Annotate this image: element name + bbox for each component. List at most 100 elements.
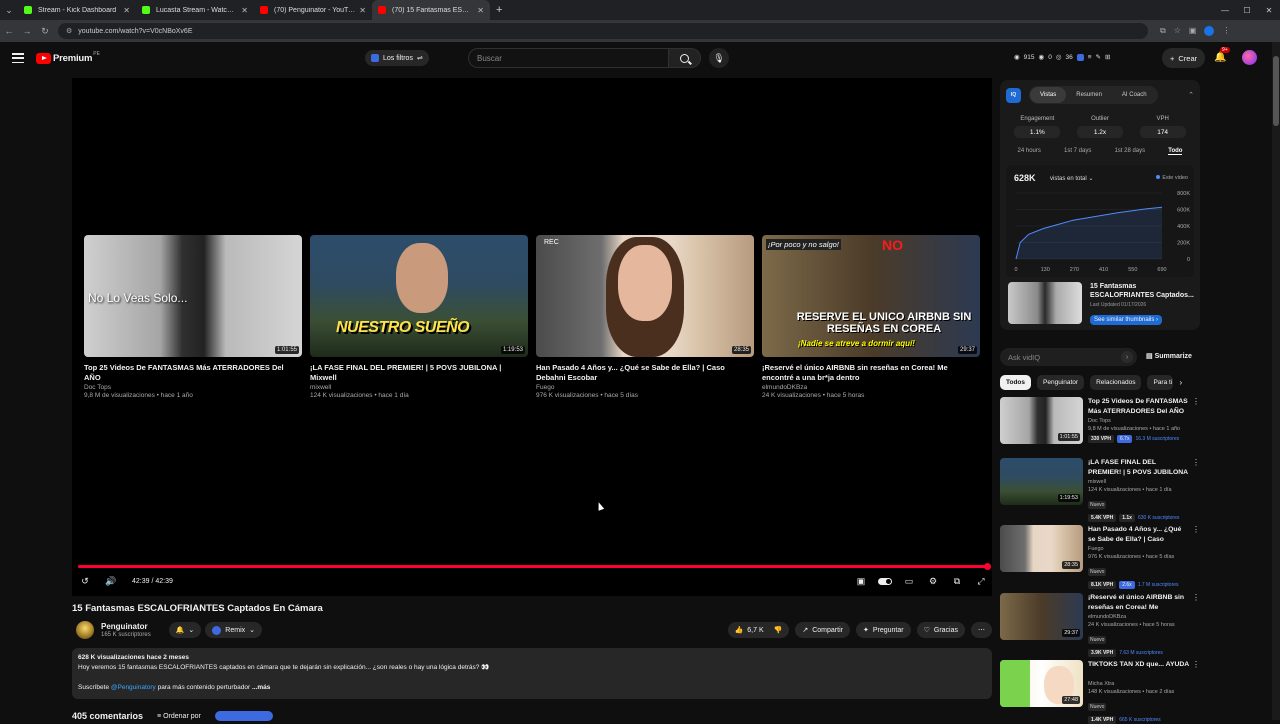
related-channel[interactable]: Fuego [1088, 546, 1190, 552]
endscreen-card[interactable]: NUESTRO SUEÑO 1:19:53 ¡LA FASE FINAL DEL… [310, 235, 528, 399]
related-channel[interactable]: Doc Tops [1088, 418, 1190, 424]
subscribed-bell-button[interactable]: 🔔 ⌄ [168, 622, 202, 638]
endscreen-thumbnail[interactable]: NUESTRO SUEÑO 1:19:53 [310, 235, 528, 357]
endscreen-title[interactable]: Top 25 Videos De FANTASMAS Más ATERRADOR… [84, 363, 302, 383]
extensions-icon[interactable]: ▣ [1189, 26, 1197, 36]
related-thumbnail[interactable]: 27:48 [1000, 660, 1083, 707]
endscreen-title[interactable]: ¡Reservé el único AIRBNB sin reseñas en … [762, 363, 980, 383]
edit-icon[interactable]: ✎ [1096, 53, 1101, 61]
autoplay-toggle[interactable] [878, 577, 892, 585]
subtitles-icon[interactable]: ▭ [902, 576, 916, 587]
menu-icon[interactable] [12, 53, 24, 63]
remix-button[interactable]: Remix ⌄ [205, 622, 263, 638]
collapse-icon[interactable]: ⌃ [1188, 91, 1194, 99]
browser-tab-active[interactable]: (70) 15 Fantasmas ESCALOFRIANTES ✕ [372, 0, 490, 20]
scrubber-handle[interactable] [984, 563, 991, 570]
channel-avatar[interactable] [76, 621, 94, 639]
voice-search-icon[interactable]: 🎙 [709, 48, 729, 68]
endscreen-channel[interactable]: elmundoDKBza [762, 384, 980, 391]
settings-gear-icon[interactable]: ⚙ [926, 576, 940, 587]
ask-vidiq-input[interactable]: Ask vidIQ › [1000, 348, 1137, 366]
summarize-button[interactable]: ▤ Summarize [1146, 352, 1192, 360]
related-thumbnail[interactable]: 1:01:55 [1000, 397, 1083, 444]
browser-tab[interactable]: Lucasta Stream - Watch Live on ✕ [136, 0, 254, 20]
volume-icon[interactable]: 🔊 [104, 576, 118, 587]
send-icon[interactable]: › [1121, 351, 1133, 363]
forward-icon[interactable]: → [18, 26, 36, 36]
thumbnail-preview[interactable] [1008, 282, 1082, 324]
endscreen-card[interactable]: REC 28:35 Han Pasado 4 Años y... ¿Qué se… [536, 235, 754, 399]
list-icon[interactable]: ≡ [1088, 54, 1092, 61]
close-window-icon[interactable]: ✕ [1258, 0, 1280, 20]
tab-search-icon[interactable]: ⌄ [0, 0, 18, 20]
endscreen-title[interactable]: ¡LA FASE FINAL DEL PREMIER! | 5 POVS JUB… [310, 363, 528, 383]
new-tab-icon[interactable]: + [496, 4, 502, 16]
related-thumbnail[interactable]: 28:35 [1000, 525, 1083, 572]
share-button[interactable]: ↗ Compartir [795, 622, 850, 638]
thumbs-down-icon[interactable]: 👎 [774, 626, 783, 634]
description-box[interactable]: 628 K visualizaciones hace 2 meses Hoy v… [72, 648, 992, 699]
site-info-icon[interactable]: ⚙ [66, 27, 72, 35]
related-thumbnail[interactable]: 29:37 [1000, 593, 1083, 640]
range-all[interactable]: Todo [1168, 148, 1183, 155]
endscreen-channel[interactable]: mixwell [310, 384, 528, 391]
endscreen-title[interactable]: Han Pasado 4 Años y... ¿Qué se Sabe de E… [536, 363, 754, 383]
thanks-button[interactable]: ♡ Gracias [916, 622, 965, 638]
browser-tab[interactable]: Stream - Kick Dashboard ✕ [18, 0, 136, 20]
tab-close-icon[interactable]: ✕ [241, 6, 248, 15]
create-button[interactable]: + Crear [1162, 48, 1206, 68]
tab-ai-coach[interactable]: AI Coach [1112, 87, 1157, 103]
related-title[interactable]: Top 25 Videos De FANTASMAS Más ATERRADOR… [1088, 397, 1190, 416]
endscreen-thumbnail[interactable]: REC 28:35 [536, 235, 754, 357]
range-7d[interactable]: 1st 7 days [1064, 148, 1091, 155]
grid-icon[interactable]: ⊞ [1105, 53, 1110, 61]
bookmark-star-icon[interactable]: ☆ [1174, 26, 1181, 36]
more-vert-icon[interactable]: ⋮ [1192, 458, 1200, 467]
related-title[interactable]: Han Pasado 4 Años y... ¿Qué se Sabe de E… [1088, 525, 1190, 544]
related-channel[interactable]: mixwell [1088, 479, 1190, 485]
show-more-link[interactable]: ...más [252, 684, 270, 691]
related-video[interactable]: 29:37 ¡Reservé el único AIRBNB sin reseñ… [1000, 593, 1200, 657]
range-24h[interactable]: 24 hours [1018, 148, 1041, 155]
related-thumbnail[interactable]: 1:19:53 [1000, 458, 1083, 505]
endscreen-thumbnail[interactable]: ¡Por poco y no salgo! NO RESERVE EL UNIC… [762, 235, 980, 357]
chip-for-you[interactable]: Para ti [1147, 375, 1174, 390]
replay-icon[interactable]: ↺ [78, 576, 92, 587]
related-title[interactable]: ¡Reservé el único AIRBNB sin reseñas en … [1088, 593, 1190, 612]
progress-bar[interactable] [78, 563, 991, 570]
minimize-icon[interactable]: — [1214, 0, 1236, 20]
filters-button[interactable]: Los filtros ⇌ [365, 50, 429, 66]
browser-tab[interactable]: (70) Penguinator - YouTube ✕ [254, 0, 372, 20]
chip-channel[interactable]: Penguinator [1037, 375, 1085, 390]
related-channel[interactable]: elmundoDKBza [1088, 614, 1190, 620]
channel-name[interactable]: Penguinator [101, 622, 151, 631]
more-vert-icon[interactable]: ⋮ [1192, 525, 1200, 534]
profile-icon[interactable] [1204, 26, 1215, 36]
more-vert-icon[interactable]: ⋮ [1192, 660, 1200, 669]
channel-handle-link[interactable]: @Penguinatory [111, 684, 156, 691]
endscreen-thumbnail[interactable]: No Lo Veas Solo... 1:01:55 [84, 235, 302, 357]
account-avatar[interactable] [1242, 50, 1257, 65]
sort-by-button[interactable]: ≡ Ordenar por [157, 713, 201, 720]
url-input[interactable]: ⚙ youtube.com/watch?v=V0cNBoXv6E [58, 23, 1148, 39]
search-input[interactable]: Buscar [468, 48, 669, 68]
miniplayer-icon[interactable]: ⧉ [950, 576, 964, 587]
search-button[interactable] [669, 48, 701, 68]
scrollbar-thumb[interactable] [1273, 56, 1279, 126]
more-actions-button[interactable]: ⋯ [971, 622, 992, 638]
chip-related[interactable]: Relacionados [1090, 375, 1142, 390]
notifications-icon[interactable]: 🔔 9+ [1214, 47, 1230, 63]
related-title[interactable]: TIKTOKS TAN XD que... AYUDA [1088, 660, 1190, 679]
endscreen-channel[interactable]: Fuego [536, 384, 754, 391]
back-icon[interactable]: ← [0, 26, 18, 36]
tab-views[interactable]: Vistas [1030, 87, 1067, 103]
tab-close-icon[interactable]: ✕ [477, 6, 484, 15]
like-button[interactable]: 👍 6,7 K 👎 [727, 622, 790, 638]
maximize-icon[interactable]: ☐ [1236, 0, 1258, 20]
views-metric-select[interactable]: vistas en total ⌄ [1050, 175, 1093, 182]
endscreen-card[interactable]: No Lo Veas Solo... 1:01:55 Top 25 Videos… [84, 235, 302, 399]
related-video[interactable]: 1:19:53 ¡LA FASE FINAL DEL PREMIER! | 5 … [1000, 458, 1200, 522]
page-scrollbar[interactable] [1272, 42, 1280, 720]
browser-menu-icon[interactable]: ⋮ [1222, 26, 1230, 36]
tab-close-icon[interactable]: ✕ [123, 6, 130, 15]
